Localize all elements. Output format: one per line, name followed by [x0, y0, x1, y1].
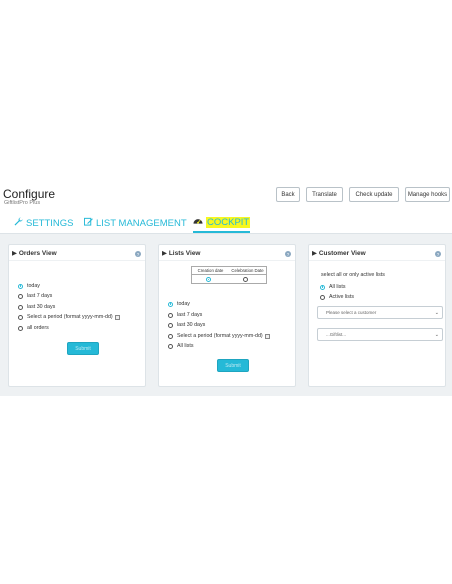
wrench-icon [14, 217, 23, 229]
radio-button[interactable] [18, 304, 23, 310]
page-subtitle: GiftlistPro Plus [4, 200, 41, 206]
dashboard-icon [193, 216, 203, 228]
giftlist-select[interactable]: ...Giftlist... ⌄ [317, 328, 443, 341]
customer-option-active-lists[interactable]: Active lists [320, 294, 354, 300]
orders-option-last-30-days[interactable]: last 30 days [18, 304, 55, 310]
help-icon[interactable]: ? [135, 251, 141, 257]
tab-settings[interactable]: SETTINGS [14, 213, 74, 233]
manage-hooks-button[interactable]: Manage hooks [405, 187, 450, 202]
lists-option-all-lists[interactable]: All lists [168, 343, 193, 349]
date-type-table: Creation date Celebration Date [191, 266, 267, 284]
creation-date-header: Creation date [197, 268, 224, 273]
customer-option-all-lists[interactable]: All lists [320, 284, 345, 290]
customer-view-title: ▶ Customer View [312, 249, 366, 257]
orders-option-all-orders[interactable]: all orders [18, 325, 49, 331]
orders-option-last-7-days[interactable]: last 7 days [18, 293, 52, 299]
lists-submit-button[interactable]: Submit [217, 359, 249, 372]
orders-submit-button[interactable]: Submit [67, 342, 99, 355]
check-update-button[interactable]: Check update [349, 187, 399, 202]
radio-button[interactable] [320, 294, 325, 300]
tab-cockpit[interactable]: COCKPIT [193, 213, 251, 233]
tab-settings-label: SETTINGS [26, 217, 74, 229]
lists-option-last-7-days[interactable]: last 7 days [168, 312, 202, 318]
radio-button[interactable] [320, 284, 325, 290]
calendar-icon[interactable] [114, 314, 120, 320]
customer-info-text: select all or only active lists [321, 272, 385, 278]
edit-icon [83, 217, 93, 229]
celebration-date-header: Celebration Date [231, 268, 264, 273]
customer-select[interactable]: Please select a customer ⌄ [317, 306, 443, 319]
chevron-down-icon: ⌄ [434, 332, 439, 338]
back-button[interactable]: Back [276, 187, 300, 202]
chevron-down-icon: ⌄ [434, 310, 439, 316]
radio-button[interactable] [168, 343, 173, 349]
celebration-date-radio[interactable] [243, 277, 248, 282]
lists-view-title: ▶ Lists View [162, 249, 201, 257]
lists-option-select-period[interactable]: Select a period (format yyyy-mm-dd) [168, 333, 270, 339]
radio-button[interactable] [18, 283, 23, 289]
customer-view-panel: ▶ Customer View ? select all or only act… [308, 244, 446, 387]
calendar-icon[interactable] [264, 333, 270, 339]
radio-button[interactable] [168, 322, 173, 328]
lists-view-panel: ▶ Lists View ? Creation date Celebration… [158, 244, 296, 387]
tab-list-management-label: LIST MANAGEMENT [96, 217, 187, 229]
tab-cockpit-label: COCKPIT [206, 216, 251, 228]
radio-button[interactable] [18, 293, 23, 299]
radio-button[interactable] [168, 333, 173, 339]
lists-option-today[interactable]: today [168, 301, 190, 307]
orders-option-select-period[interactable]: Select a period (format yyyy-mm-dd) [18, 314, 120, 320]
radio-button[interactable] [168, 301, 173, 307]
help-icon[interactable]: ? [285, 251, 291, 257]
orders-view-title: ▶ Orders View [12, 249, 57, 257]
translate-button[interactable]: Translate [306, 187, 343, 202]
help-icon[interactable]: ? [435, 251, 441, 257]
orders-option-today[interactable]: today [18, 283, 40, 289]
radio-button[interactable] [168, 312, 173, 318]
creation-date-radio[interactable] [206, 277, 211, 282]
radio-button[interactable] [18, 325, 23, 331]
lists-option-last-30-days[interactable]: last 30 days [168, 322, 205, 328]
orders-view-panel: ▶ Orders View ? today last 7 days last 3… [8, 244, 146, 387]
radio-button[interactable] [18, 314, 23, 320]
tab-list-management[interactable]: LIST MANAGEMENT [83, 213, 187, 233]
